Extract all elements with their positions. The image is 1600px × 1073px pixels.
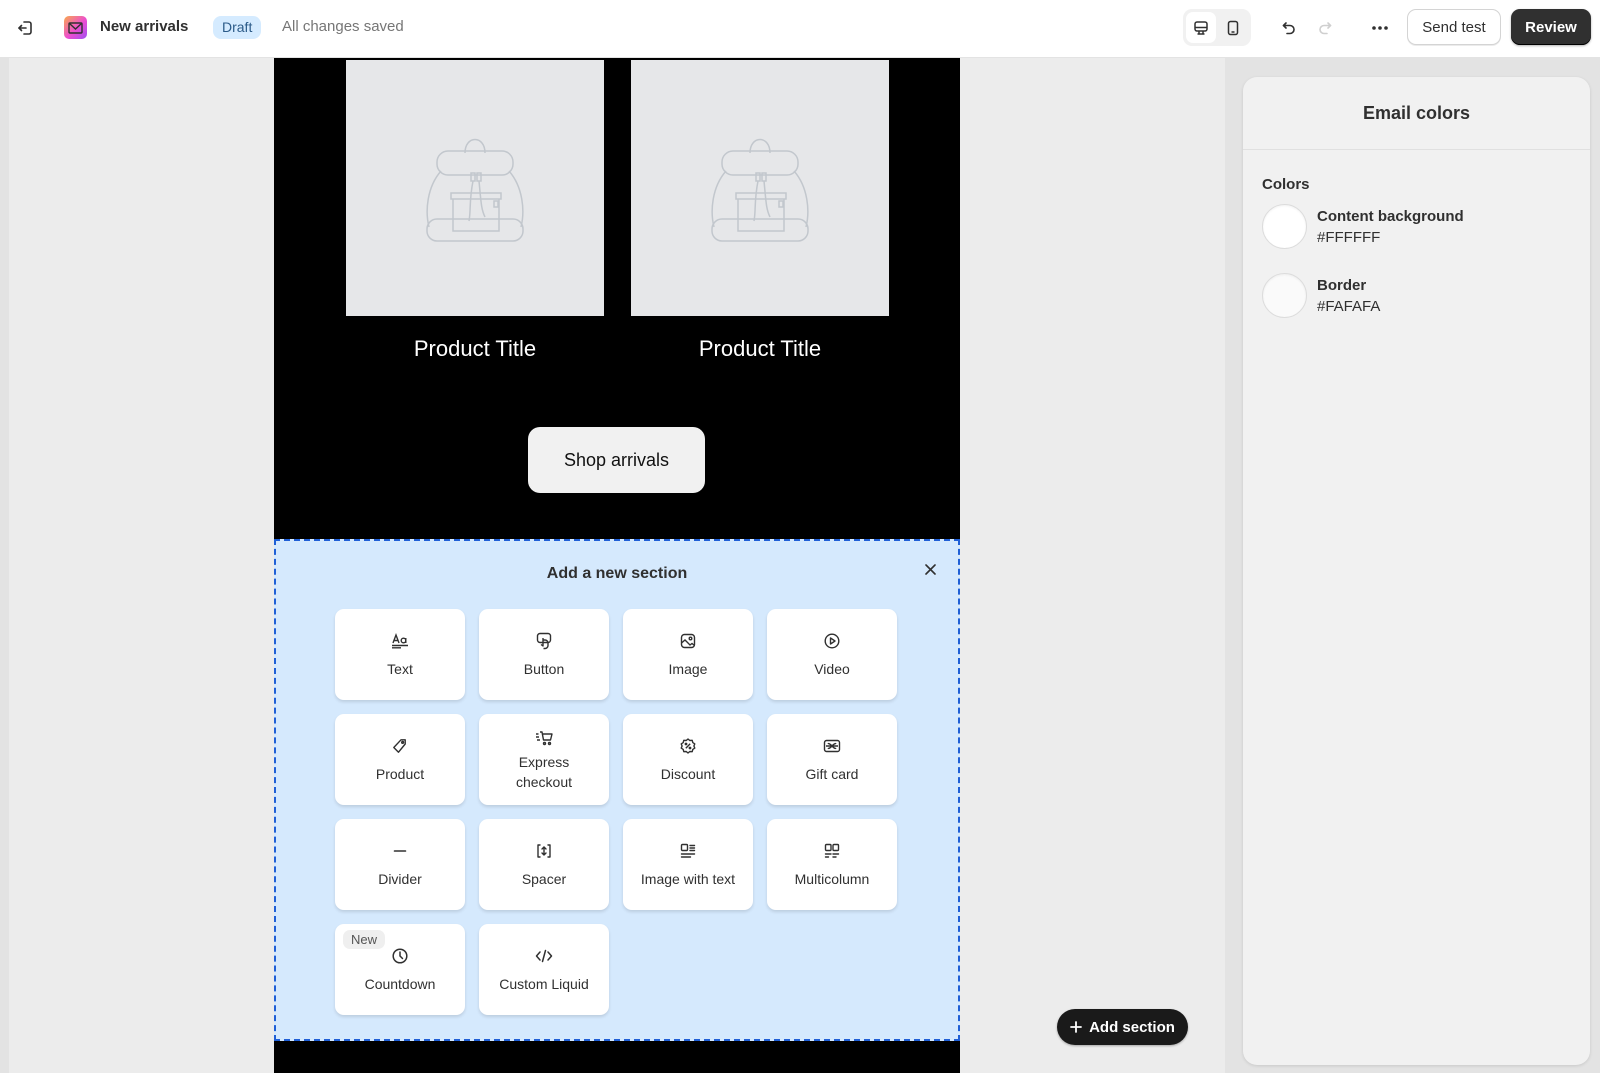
gift-card-icon	[822, 736, 842, 756]
save-status: All changes saved	[282, 18, 404, 35]
app-logo	[64, 16, 87, 39]
product-title: Product Title	[698, 336, 822, 361]
video-icon	[822, 631, 842, 651]
device-toggle	[1183, 9, 1251, 46]
color-name: Content background	[1317, 207, 1464, 225]
tile-label: Gift card	[805, 765, 859, 782]
undo-icon	[1282, 22, 1295, 35]
tile-label: Discount	[660, 765, 716, 782]
tile-express-checkout[interactable]: Express checkout	[479, 714, 609, 805]
tile-label: Multicolumn	[794, 870, 870, 887]
color-swatch[interactable]	[1262, 273, 1307, 318]
tile-image-with-text[interactable]: Image with text	[623, 819, 753, 910]
review-button[interactable]: Review	[1511, 9, 1591, 45]
add-section-label: Add section	[1089, 1018, 1175, 1036]
left-gutter	[0, 58, 9, 1073]
tile-product[interactable]: Product	[335, 714, 465, 805]
tile-label: Image with text	[640, 870, 736, 887]
tile-gift-card[interactable]: Gift card	[767, 714, 897, 805]
product-card[interactable]: Product Title	[346, 60, 604, 362]
exit-icon	[18, 21, 32, 35]
backpack-icon	[426, 138, 524, 242]
plus-icon	[1070, 1021, 1082, 1033]
tile-spacer[interactable]: Spacer	[479, 819, 609, 910]
tile-label: Image	[668, 660, 708, 677]
panel-title: Add a new section	[546, 565, 688, 582]
color-setting-content-background[interactable]: Content background #FFFFFF	[1262, 204, 1464, 249]
colors-section-label: Colors	[1262, 176, 1310, 193]
color-swatch[interactable]	[1262, 204, 1307, 249]
shop-arrivals-button[interactable]: Shop arrivals	[528, 427, 705, 493]
more-actions-button[interactable]	[1366, 14, 1394, 42]
undo-button[interactable]	[1275, 14, 1303, 42]
tile-button[interactable]: Button	[479, 609, 609, 700]
redo-button[interactable]	[1311, 14, 1339, 42]
top-bar: New arrivals Draft All changes saved Sen…	[0, 0, 1600, 58]
panel-header: Email colors	[1243, 77, 1590, 150]
color-hex: #FAFAFA	[1317, 297, 1381, 315]
tile-label: Product	[375, 765, 425, 782]
code-icon	[534, 946, 554, 966]
tile-label: Express checkout	[515, 753, 573, 790]
tile-multicolumn[interactable]: Multicolumn	[767, 819, 897, 910]
tile-custom-liquid[interactable]: Custom Liquid	[479, 924, 609, 1015]
desktop-icon	[1194, 20, 1208, 35]
tile-text[interactable]: Text	[335, 609, 465, 700]
tile-label: Spacer	[521, 870, 567, 887]
exit-button[interactable]	[12, 15, 38, 41]
text-icon	[390, 631, 410, 651]
product-card[interactable]: Product Title	[631, 60, 889, 362]
add-section-panel: Add a new section Text Button Image Vide…	[274, 539, 960, 1041]
close-panel-button[interactable]	[920, 559, 940, 579]
button-icon	[534, 631, 554, 651]
email-colors-panel: Email colors Colors Content background #…	[1243, 77, 1590, 1065]
tile-countdown[interactable]: New Countdown	[335, 924, 465, 1015]
status-badge: Draft	[213, 16, 262, 39]
tile-label: Divider	[378, 870, 422, 887]
mobile-icon	[1227, 20, 1239, 35]
desktop-preview-button[interactable]	[1186, 12, 1216, 43]
product-image-placeholder	[346, 60, 604, 316]
section-tiles: Text Button Image Video Product Express …	[335, 609, 897, 1015]
product-image-placeholder	[631, 60, 889, 316]
tile-label: Countdown	[364, 975, 436, 992]
tile-divider[interactable]: Divider	[335, 819, 465, 910]
clock-icon	[390, 946, 410, 966]
tile-image[interactable]: Image	[623, 609, 753, 700]
new-badge: New	[343, 930, 386, 949]
tile-discount[interactable]: Discount	[623, 714, 753, 805]
close-icon	[924, 563, 936, 575]
spacer-icon	[534, 841, 554, 861]
cart-icon	[534, 728, 554, 748]
tile-label: Button	[523, 660, 565, 677]
redo-icon	[1319, 22, 1332, 35]
tile-label: Video	[814, 660, 850, 677]
divider-icon	[390, 841, 410, 861]
product-title: Product Title	[413, 336, 537, 361]
color-name: Border	[1317, 276, 1367, 294]
color-setting-border[interactable]: Border #FAFAFA	[1262, 273, 1380, 318]
tag-icon	[390, 736, 410, 756]
send-test-button[interactable]: Send test	[1407, 9, 1501, 45]
color-hex: #FFFFFF	[1317, 228, 1381, 246]
mobile-preview-button[interactable]	[1218, 12, 1248, 43]
discount-icon	[678, 736, 698, 756]
email-title: New arrivals	[100, 18, 189, 35]
image-icon	[678, 631, 698, 651]
multicolumn-icon	[822, 841, 842, 861]
tile-label: Custom Liquid	[499, 975, 589, 992]
tile-label: Text	[387, 660, 413, 677]
email-preview: Product Title Product Title Shop arrival…	[274, 58, 960, 1073]
mail-icon	[68, 21, 83, 34]
add-section-button[interactable]: Add section	[1057, 1009, 1188, 1045]
image-with-text-icon	[678, 841, 698, 861]
tile-video[interactable]: Video	[767, 609, 897, 700]
more-horizontal-icon	[1372, 26, 1388, 30]
backpack-icon	[711, 138, 809, 242]
